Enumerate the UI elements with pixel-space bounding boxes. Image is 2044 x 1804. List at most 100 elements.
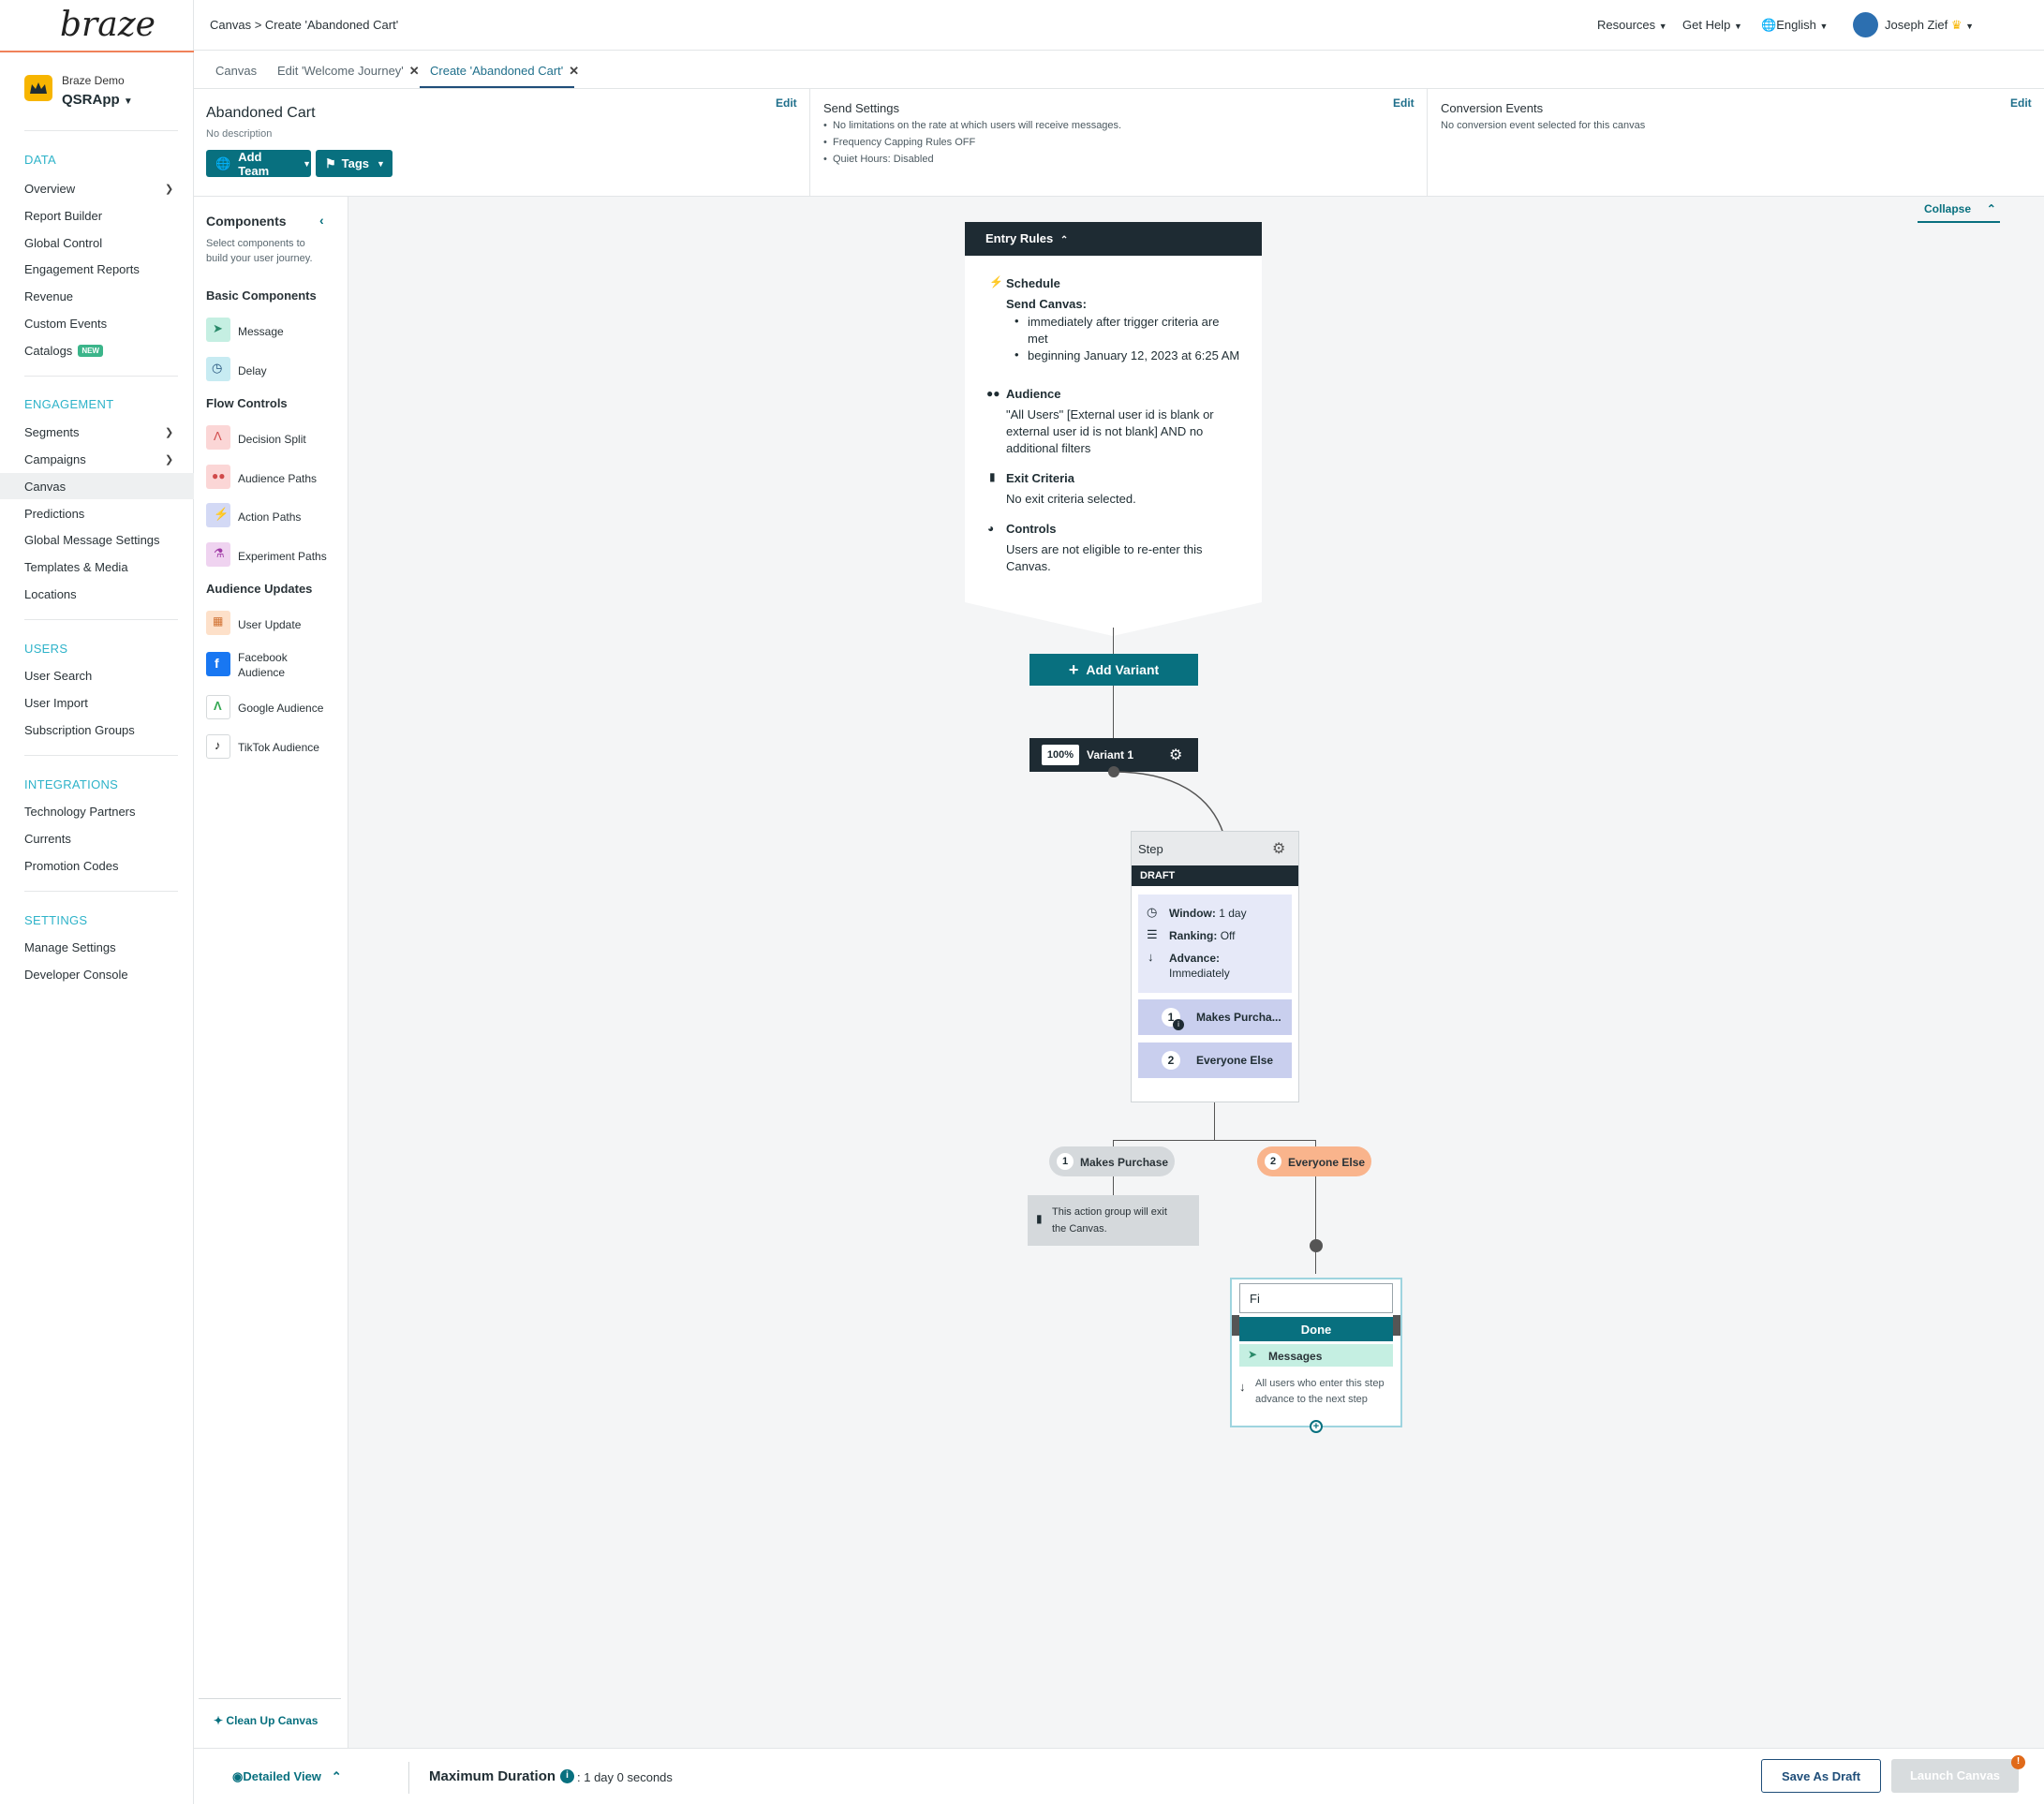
- save-as-draft-button[interactable]: Save As Draft: [1761, 1759, 1881, 1793]
- canvas-description[interactable]: No description: [206, 128, 272, 140]
- flow-controls-title: Flow Controls: [206, 396, 288, 410]
- experiment-paths-icon[interactable]: ⚗: [206, 542, 230, 567]
- alert-badge[interactable]: !: [2011, 1755, 2025, 1769]
- decision-split-icon[interactable]: Λ: [206, 425, 230, 450]
- nav-item-catalogs[interactable]: Catalogs NEW: [24, 344, 103, 358]
- user-update-icon[interactable]: ▦: [206, 611, 230, 635]
- nav-item-engagement-reports[interactable]: Engagement Reports: [24, 262, 140, 276]
- canvas-workspace[interactable]: Collapse ⌃ Entry Rules ⌃ ⚡ Schedule Send…: [348, 197, 2044, 1748]
- experiment-paths-component[interactable]: Experiment Paths: [238, 549, 327, 564]
- ranking-value: Off: [1220, 929, 1236, 942]
- braze-logo[interactable]: braze: [60, 6, 156, 44]
- tab-edit-welcome-journey[interactable]: Edit 'Welcome Journey' ✕: [277, 64, 420, 79]
- nav-item-campaigns[interactable]: Campaigns: [24, 452, 86, 466]
- tab-create-abandoned-cart[interactable]: Create 'Abandoned Cart' ✕: [430, 64, 579, 79]
- delay-component[interactable]: Delay: [238, 363, 267, 378]
- facebook-glyph-icon: f: [215, 656, 219, 671]
- chevron-right-icon[interactable]: ❯: [165, 183, 173, 195]
- audience-paths-component[interactable]: Audience Paths: [238, 471, 317, 486]
- edit-details-button[interactable]: Edit: [776, 96, 797, 110]
- flask-icon: ⚗: [214, 546, 225, 560]
- nav-item-segments[interactable]: Segments: [24, 425, 80, 439]
- crown-icon: ♛: [1950, 18, 1963, 32]
- edit-send-settings-button[interactable]: Edit: [1393, 96, 1415, 110]
- nav-item-technology-partners[interactable]: Technology Partners: [24, 805, 136, 819]
- google-ads-icon[interactable]: Λ: [206, 695, 230, 719]
- add-team-button[interactable]: 🌐 Add Team ▼: [206, 150, 311, 178]
- get-help-label: Get Help: [1682, 18, 1731, 32]
- nav-item-custom-events[interactable]: Custom Events: [24, 317, 107, 331]
- nav-item-report-builder[interactable]: Report Builder: [24, 209, 102, 223]
- gear-icon[interactable]: ⚙: [1272, 839, 1285, 858]
- breadcrumb[interactable]: Canvas > Create 'Abandoned Cart': [210, 18, 398, 32]
- chevron-right-icon[interactable]: ❯: [165, 453, 173, 466]
- chevron-left-icon[interactable]: ‹: [319, 213, 324, 228]
- collapse-button[interactable]: Collapse ⌃: [1924, 202, 1996, 215]
- app-icon[interactable]: [24, 75, 52, 101]
- app-selector[interactable]: QSRApp ▼: [62, 92, 133, 108]
- resources-menu[interactable]: Resources ▼: [1597, 18, 1667, 32]
- variant-percentage[interactable]: 100%: [1042, 745, 1079, 765]
- message-component[interactable]: Message: [238, 324, 284, 339]
- get-help-menu[interactable]: Get Help ▼: [1682, 18, 1742, 32]
- nav-section-integrations: INTEGRATIONS: [24, 777, 119, 791]
- chevron-down-icon: ▼: [377, 158, 385, 169]
- nav-item-locations[interactable]: Locations: [24, 587, 77, 601]
- tiktok-audience-component[interactable]: TikTok Audience: [238, 740, 319, 755]
- avatar[interactable]: [1853, 12, 1878, 37]
- user-update-component[interactable]: User Update: [238, 617, 301, 632]
- done-button[interactable]: Done: [1239, 1317, 1393, 1341]
- right-drag-handle[interactable]: [1393, 1315, 1400, 1336]
- add-step-plus-icon[interactable]: +: [1310, 1420, 1323, 1433]
- add-variant-button[interactable]: + Add Variant: [1029, 654, 1198, 686]
- audience-paths-icon[interactable]: ●●: [206, 465, 230, 489]
- decision-split-component[interactable]: Decision Split: [238, 432, 306, 447]
- message-component-icon[interactable]: ➤: [206, 318, 230, 342]
- tab-canvas[interactable]: Canvas: [215, 64, 257, 78]
- delay-component-icon[interactable]: ◷: [206, 357, 230, 381]
- nav-item-global-message-settings[interactable]: Global Message Settings: [24, 533, 160, 547]
- nav-item-subscription-groups[interactable]: Subscription Groups: [24, 723, 135, 737]
- nav-item-canvas[interactable]: Canvas: [0, 473, 194, 499]
- close-icon[interactable]: ✕: [409, 64, 420, 78]
- nav-item-global-control[interactable]: Global Control: [24, 236, 102, 250]
- step-name-input[interactable]: [1239, 1283, 1393, 1313]
- chevron-right-icon[interactable]: ❯: [165, 426, 173, 438]
- window-setting: Window: 1 day: [1169, 907, 1247, 920]
- user-menu[interactable]: Joseph Zief ♛ ▼: [1885, 18, 1974, 33]
- nav-item-promotion-codes[interactable]: Promotion Codes: [24, 859, 118, 873]
- nav-item-predictions[interactable]: Predictions: [24, 507, 84, 521]
- step-title[interactable]: Step: [1138, 842, 1163, 856]
- send-settings-rate: • No limitations on the rate at which us…: [823, 120, 1122, 131]
- nav-item-manage-settings[interactable]: Manage Settings: [24, 940, 116, 954]
- tiktok-icon[interactable]: ♪: [206, 734, 230, 759]
- clean-up-canvas-button[interactable]: ✦ Clean Up Canvas: [214, 1714, 318, 1727]
- tags-button[interactable]: ⚑ Tags ▼: [316, 150, 393, 177]
- nav-item-user-search[interactable]: User Search: [24, 669, 92, 683]
- nav-item-user-import[interactable]: User Import: [24, 696, 88, 710]
- workspace-name: Braze Demo: [62, 74, 125, 87]
- canvas-title[interactable]: Abandoned Cart: [206, 105, 316, 122]
- entry-rules-header[interactable]: Entry Rules ⌃: [965, 222, 1262, 256]
- add-variant-label: Add Variant: [1086, 662, 1160, 677]
- nav-item-overview[interactable]: Overview: [24, 182, 75, 196]
- connector-line: [1214, 1102, 1215, 1140]
- info-icon[interactable]: i: [560, 1769, 574, 1783]
- google-audience-component[interactable]: Google Audience: [238, 701, 323, 716]
- facebook-icon[interactable]: f: [206, 652, 230, 676]
- action-paths-component[interactable]: Action Paths: [238, 510, 301, 525]
- launch-canvas-button[interactable]: Launch Canvas: [1891, 1759, 2019, 1793]
- detailed-view-toggle[interactable]: ◉Detailed View ⌃: [232, 1769, 342, 1784]
- left-drag-handle[interactable]: [1232, 1315, 1239, 1336]
- edit-conversion-events-button[interactable]: Edit: [2010, 96, 2032, 110]
- language-menu[interactable]: 🌐English ▼: [1761, 18, 1828, 33]
- close-icon[interactable]: ✕: [569, 64, 579, 78]
- nav-item-revenue[interactable]: Revenue: [24, 289, 73, 303]
- user-name: Joseph Zief: [1885, 18, 1948, 32]
- facebook-audience-component[interactable]: Facebook Audience: [238, 650, 288, 680]
- nav-item-developer-console[interactable]: Developer Console: [24, 968, 128, 982]
- nav-item-currents[interactable]: Currents: [24, 832, 71, 846]
- action-paths-icon[interactable]: ⚡: [206, 503, 230, 527]
- nav-item-templates-media[interactable]: Templates & Media: [24, 560, 128, 574]
- gear-icon[interactable]: ⚙: [1169, 746, 1182, 764]
